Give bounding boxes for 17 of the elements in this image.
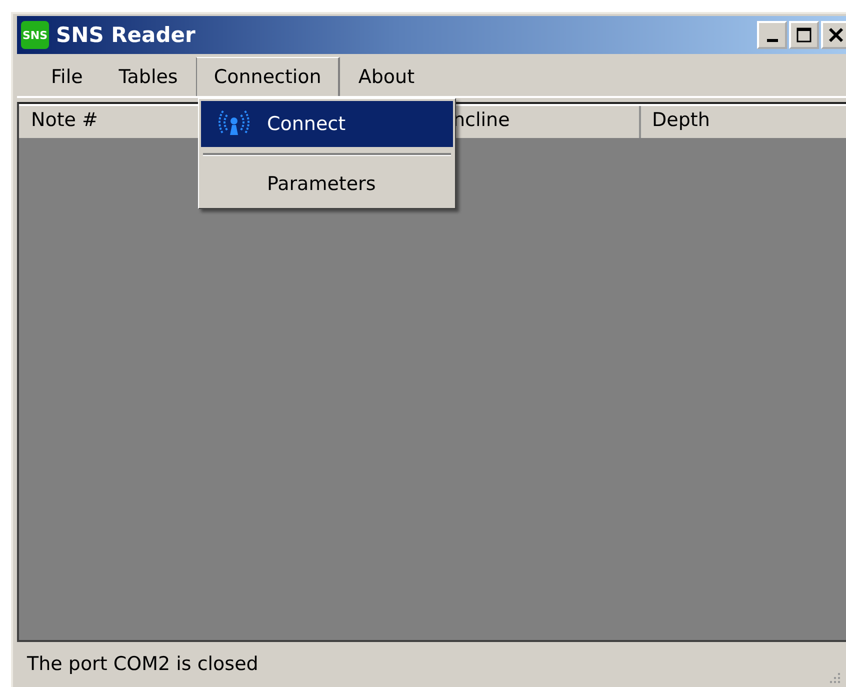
menu-item[interactable]: Parameters [201,162,453,206]
menu-item[interactable]: Connection [196,57,340,96]
menu-item[interactable]: Tables [100,57,196,96]
menu-item[interactable]: Connect [201,101,453,147]
menu-item[interactable]: About [340,57,433,96]
maximize-button[interactable] [789,21,819,49]
menu-item[interactable]: File [33,57,101,96]
close-button[interactable] [821,21,846,49]
close-icon [828,27,844,43]
resize-grip-icon[interactable] [827,670,841,684]
maximize-icon [796,27,812,43]
column-header[interactable]: Depth [641,106,846,138]
minimize-button[interactable] [757,21,787,49]
status-text: The port COM2 is closed [27,653,258,675]
app-logo: SNS [21,21,49,49]
window-title: SNS Reader [56,23,196,47]
minimize-icon [766,38,778,42]
